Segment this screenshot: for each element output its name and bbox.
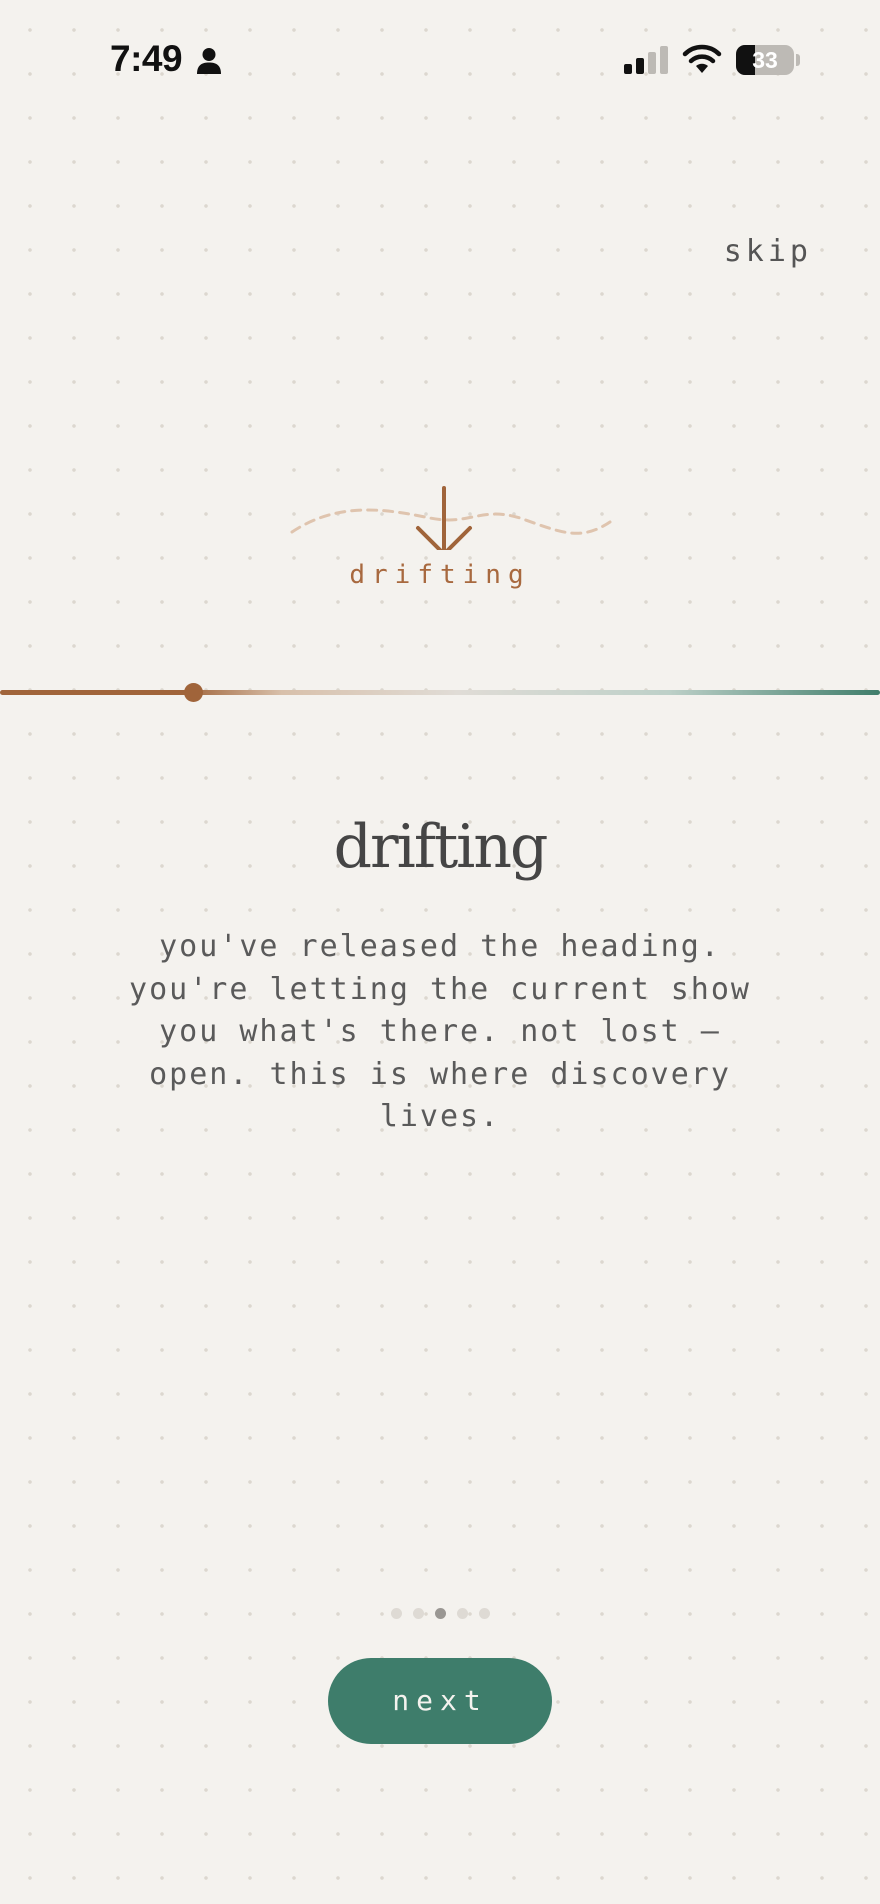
wave-line [290,508,612,535]
page-description: you've released the heading. you're lett… [129,929,751,1134]
page-indicator [0,1608,880,1619]
drift-slider-track[interactable] [0,690,880,695]
cellular-signal-icon [624,46,668,74]
page-dot [390,1608,402,1619]
drift-illustration [290,486,612,550]
illustration-label: drifting [349,560,531,590]
page-dot [412,1608,424,1619]
drift-slider-thumb[interactable] [184,683,204,702]
skip-button[interactable]: skip [724,234,812,269]
battery-cap [796,54,800,66]
page-dot [434,1608,446,1619]
page-dot [478,1608,490,1619]
person-icon [197,48,221,74]
page-title: drifting [333,812,549,882]
next-button[interactable]: next [328,1658,552,1744]
wifi-icon [682,44,722,73]
status-time: 7:49 [110,38,183,79]
battery-icon: 33 [736,45,794,75]
status-bar: 7:49 33 [0,0,880,120]
page-dot [456,1608,468,1619]
battery-level: 33 [752,47,778,73]
